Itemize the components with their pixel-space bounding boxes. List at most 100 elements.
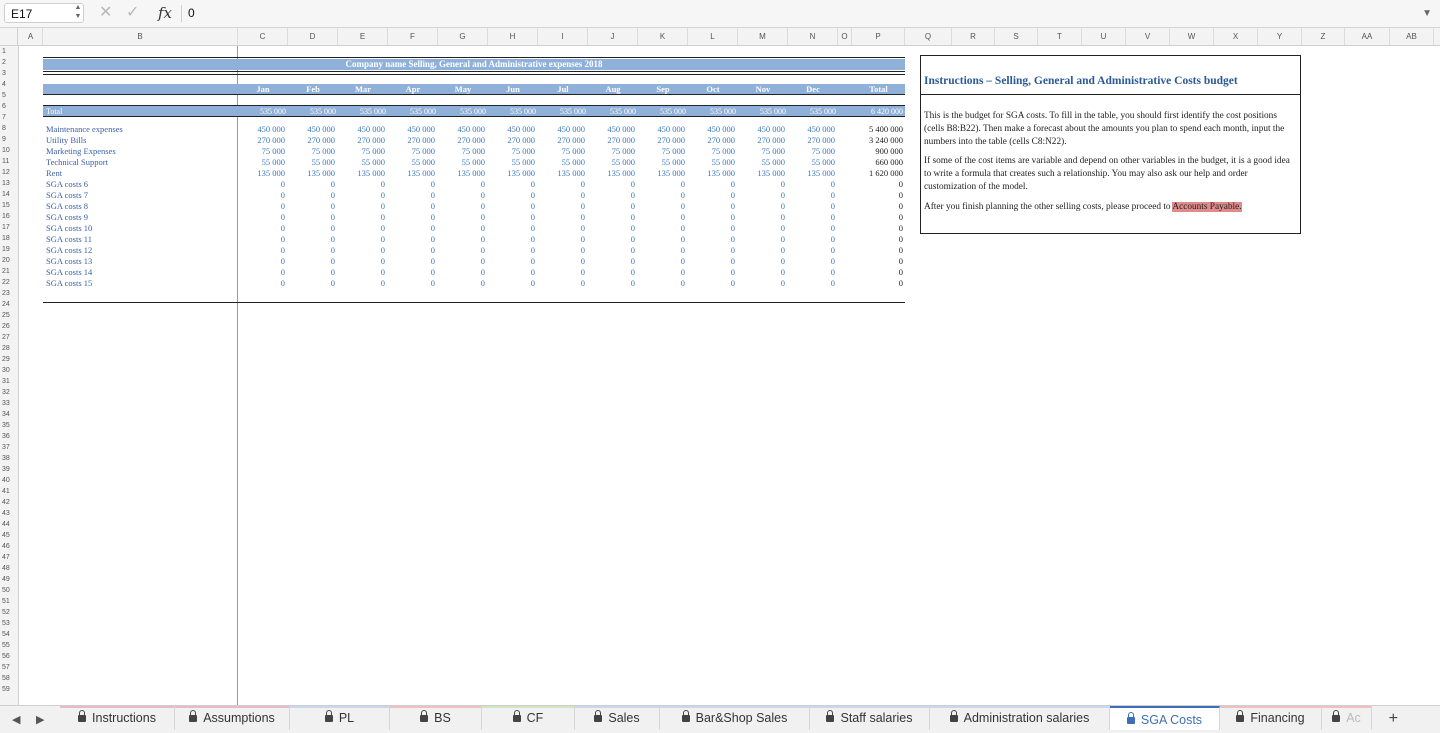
table-cell[interactable]: 270 000 <box>788 135 835 146</box>
chevron-down-icon[interactable]: ▼ <box>1422 4 1432 24</box>
column-header-l[interactable]: L <box>688 28 738 45</box>
row-total-cell[interactable]: 0 <box>832 223 903 234</box>
column-header-e[interactable]: E <box>338 28 388 45</box>
table-cell[interactable]: 75 000 <box>388 146 435 157</box>
close-icon[interactable]: ✕ <box>99 3 112 23</box>
table-cell[interactable]: 0 <box>638 223 685 234</box>
table-cell[interactable]: 0 <box>338 267 385 278</box>
row-label[interactable]: SGA costs 15 <box>46 278 92 289</box>
row-total-cell[interactable]: 1 620 000 <box>832 168 903 179</box>
table-cell[interactable]: 135 000 <box>238 168 285 179</box>
table-cell[interactable]: 0 <box>538 223 585 234</box>
total-cell[interactable]: 535 000 <box>588 106 636 117</box>
table-cell[interactable]: 0 <box>588 267 635 278</box>
column-header-p[interactable]: P <box>852 28 905 45</box>
table-cell[interactable]: 0 <box>438 223 485 234</box>
tab-cf[interactable]: CF <box>482 706 575 730</box>
table-cell[interactable]: 135 000 <box>738 168 785 179</box>
table-cell[interactable]: 0 <box>288 234 335 245</box>
row-header-23[interactable]: 23 <box>0 288 17 299</box>
total-cell[interactable]: 535 000 <box>688 106 736 117</box>
table-cell[interactable]: 55 000 <box>488 157 535 168</box>
row-header-18[interactable]: 18 <box>0 233 17 244</box>
table-cell[interactable]: 0 <box>638 245 685 256</box>
row-label[interactable]: Technical Support <box>46 157 108 168</box>
table-cell[interactable]: 75 000 <box>238 146 285 157</box>
table-cell[interactable]: 0 <box>388 201 435 212</box>
row-label[interactable]: SGA costs 6 <box>46 179 88 190</box>
table-cell[interactable]: 135 000 <box>788 168 835 179</box>
table-cell[interactable]: 0 <box>688 190 735 201</box>
tab-bs[interactable]: BS <box>390 706 482 730</box>
table-cell[interactable]: 270 000 <box>238 135 285 146</box>
table-cell[interactable]: 0 <box>588 234 635 245</box>
table-cell[interactable]: 0 <box>588 179 635 190</box>
table-cell[interactable]: 0 <box>738 201 785 212</box>
table-cell[interactable]: 0 <box>538 256 585 267</box>
row-header-12[interactable]: 12 <box>0 167 17 178</box>
table-cell[interactable]: 0 <box>388 179 435 190</box>
table-cell[interactable]: 0 <box>288 223 335 234</box>
row-header-19[interactable]: 19 <box>0 244 17 255</box>
row-header-15[interactable]: 15 <box>0 200 17 211</box>
table-cell[interactable]: 0 <box>588 212 635 223</box>
row-label[interactable]: SGA costs 11 <box>46 234 92 245</box>
tab-sga-costs[interactable]: SGA Costs <box>1110 706 1220 730</box>
table-cell[interactable]: 0 <box>738 212 785 223</box>
table-cell[interactable]: 0 <box>688 234 735 245</box>
table-cell[interactable]: 55 000 <box>288 157 335 168</box>
tab-scroll-left-icon[interactable]: ◀ <box>12 710 20 730</box>
row-total-cell[interactable]: 0 <box>832 267 903 278</box>
table-cell[interactable]: 75 000 <box>538 146 585 157</box>
row-header-7[interactable]: 7 <box>0 112 17 123</box>
row-header-17[interactable]: 17 <box>0 222 17 233</box>
row-header-50[interactable]: 50 <box>0 585 17 596</box>
table-cell[interactable]: 0 <box>388 212 435 223</box>
row-label[interactable]: Utility Bills <box>46 135 86 146</box>
table-cell[interactable]: 55 000 <box>438 157 485 168</box>
column-header-aa[interactable]: AA <box>1345 28 1390 45</box>
tab-bar-shop-sales[interactable]: Bar&Shop Sales <box>660 706 810 730</box>
table-cell[interactable]: 55 000 <box>738 157 785 168</box>
total-cell[interactable]: 535 000 <box>488 106 536 117</box>
table-cell[interactable]: 450 000 <box>238 124 285 135</box>
table-cell[interactable]: 0 <box>238 245 285 256</box>
table-cell[interactable]: 450 000 <box>538 124 585 135</box>
table-cell[interactable]: 0 <box>438 245 485 256</box>
table-cell[interactable]: 0 <box>638 190 685 201</box>
table-cell[interactable]: 75 000 <box>488 146 535 157</box>
row-label[interactable]: SGA costs 10 <box>46 223 92 234</box>
formula-input[interactable]: 0 <box>188 3 195 23</box>
table-cell[interactable]: 55 000 <box>688 157 735 168</box>
table-cell[interactable]: 0 <box>288 190 335 201</box>
row-header-3[interactable]: 3 <box>0 68 17 79</box>
row-total-cell[interactable]: 0 <box>832 179 903 190</box>
tab-financing[interactable]: Financing <box>1220 706 1322 730</box>
table-cell[interactable]: 270 000 <box>338 135 385 146</box>
table-cell[interactable]: 270 000 <box>538 135 585 146</box>
table-cell[interactable]: 0 <box>288 256 335 267</box>
table-cell[interactable]: 0 <box>538 201 585 212</box>
table-cell[interactable]: 0 <box>738 278 785 289</box>
row-label[interactable]: SGA costs 7 <box>46 190 88 201</box>
table-cell[interactable]: 0 <box>688 256 735 267</box>
table-cell[interactable]: 0 <box>438 267 485 278</box>
row-label[interactable]: SGA costs 9 <box>46 212 88 223</box>
table-cell[interactable]: 0 <box>488 201 535 212</box>
table-cell[interactable]: 75 000 <box>338 146 385 157</box>
table-cell[interactable]: 0 <box>388 223 435 234</box>
total-cell[interactable]: 535 000 <box>238 106 286 117</box>
row-header-27[interactable]: 27 <box>0 332 17 343</box>
total-cell[interactable]: 535 000 <box>388 106 436 117</box>
table-cell[interactable]: 55 000 <box>638 157 685 168</box>
row-header-24[interactable]: 24 <box>0 299 17 310</box>
table-cell[interactable]: 450 000 <box>688 124 735 135</box>
check-icon[interactable]: ✓ <box>126 3 139 23</box>
table-cell[interactable]: 450 000 <box>638 124 685 135</box>
table-cell[interactable]: 270 000 <box>288 135 335 146</box>
table-cell[interactable]: 0 <box>688 179 735 190</box>
table-cell[interactable]: 135 000 <box>388 168 435 179</box>
row-header-37[interactable]: 37 <box>0 442 17 453</box>
row-total-cell[interactable]: 0 <box>832 256 903 267</box>
total-cell[interactable]: 535 000 <box>538 106 586 117</box>
